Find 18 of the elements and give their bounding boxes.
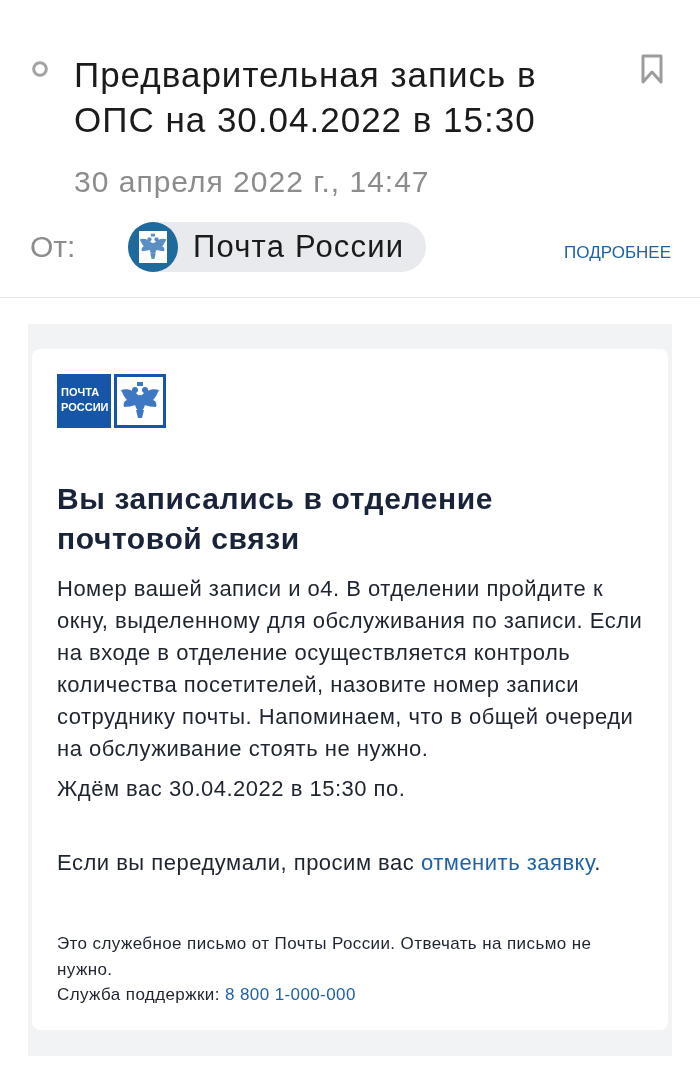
message-subject: Предварительная запись в ОПС на 30.04.2022 в 15:30: [74, 54, 538, 141]
details-link[interactable]: ПОДРОБНЕЕ: [564, 243, 671, 263]
body-paragraph: Номер вашей записи и о4. В отделении пройдите к окну, выделенному для обслуживания по записи. Если на входе в отделение осуществляется контроль количества посетителей, назовите номер записи сотруднику почты. Напоминаем, что в общей очереди на обслуживание стоять не нужно.: [57, 575, 643, 763]
eagle-emblem-icon: [114, 374, 166, 428]
logo-wordmark: ПОЧТА РОССИИ: [57, 374, 111, 428]
message-date: 30 апреля 2022 г., 14:47: [74, 164, 431, 200]
support-phone-link[interactable]: 8 800 1-000-000: [224, 985, 356, 1004]
support-line: Служба поддержки: 8 800 1-000-000: [57, 984, 357, 1006]
bookmark-icon[interactable]: [641, 54, 663, 84]
body-paragraph: Ждём вас 30.04.2022 в 15:30 по.: [57, 775, 407, 803]
cancel-paragraph: Если вы передумали, просим вас отменить заявку.: [57, 849, 602, 877]
email-heading: Вы записались в отделение почтовой связи: [57, 481, 495, 557]
service-note: Это служебное письмо от Почты России. Отвечать на письмо не нужно.: [57, 933, 593, 981]
cancel-request-link[interactable]: отменить заявку: [420, 850, 595, 875]
from-label: От:: [30, 230, 77, 264]
read-status-circle-icon[interactable]: [32, 61, 48, 77]
eagle-avatar-icon: [128, 222, 178, 272]
sender-chip[interactable]: Почта России: [128, 222, 427, 272]
